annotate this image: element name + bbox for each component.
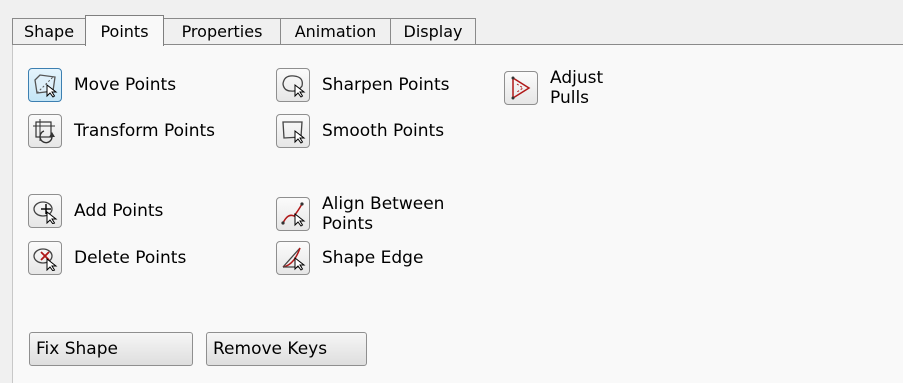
tab-properties-label: Properties — [181, 22, 263, 41]
smooth-points-icon[interactable] — [276, 114, 310, 148]
align-between-points-label: Align Between Points — [322, 194, 472, 234]
transform-points-icon[interactable] — [28, 114, 62, 148]
tab-bar: Shape Points Properties Animation Displa… — [12, 15, 903, 46]
tab-shape[interactable]: Shape — [12, 18, 86, 44]
tab-display[interactable]: Display — [390, 18, 476, 44]
tab-points-label: Points — [100, 21, 149, 41]
shape-edge-icon[interactable] — [276, 241, 310, 275]
add-points-label: Add Points — [74, 201, 164, 221]
tab-animation-label: Animation — [294, 22, 377, 41]
align-between-points-icon[interactable] — [276, 197, 310, 231]
tab-properties[interactable]: Properties — [163, 18, 281, 44]
remove-keys-button[interactable]: Remove Keys — [206, 332, 367, 366]
tab-points[interactable]: Points — [85, 15, 164, 46]
add-points-icon[interactable] — [28, 194, 62, 228]
delete-points-label: Delete Points — [74, 248, 187, 268]
adjust-pulls-label-line1: Adjust — [550, 68, 604, 88]
transform-points-tool[interactable]: Transform Points — [28, 114, 215, 148]
smooth-points-tool[interactable]: Smooth Points — [276, 114, 444, 148]
delete-points-tool[interactable]: Delete Points — [28, 241, 186, 275]
points-panel: Move Points Transform Points Add Points — [12, 45, 903, 383]
adjust-pulls-label-line2: Pulls — [550, 88, 590, 108]
adjust-pulls-label: Adjust Pulls — [550, 68, 603, 108]
tab-shape-label: Shape — [23, 22, 75, 41]
transform-points-label: Transform Points — [74, 121, 216, 141]
shape-edge-label: Shape Edge — [322, 248, 424, 268]
move-points-icon[interactable] — [28, 68, 62, 102]
align-between-points-label-line2: Points — [322, 214, 374, 234]
add-points-tool[interactable]: Add Points — [28, 194, 163, 228]
sharpen-points-tool[interactable]: Sharpen Points — [276, 68, 449, 102]
tab-display-label: Display — [403, 22, 463, 41]
adjust-pulls-tool[interactable]: Adjust Pulls — [504, 68, 603, 108]
sharpen-points-label: Sharpen Points — [322, 75, 450, 95]
fix-shape-button[interactable]: Fix Shape — [29, 332, 193, 366]
adjust-pulls-icon[interactable] — [504, 71, 538, 105]
align-between-points-tool[interactable]: Align Between Points — [276, 194, 472, 234]
shape-edge-tool[interactable]: Shape Edge — [276, 241, 423, 275]
tab-animation[interactable]: Animation — [280, 18, 391, 44]
align-between-points-label-line1: Align Between — [322, 194, 445, 214]
smooth-points-label: Smooth Points — [322, 121, 445, 141]
delete-points-icon[interactable] — [28, 241, 62, 275]
sharpen-points-icon[interactable] — [276, 68, 310, 102]
move-points-tool[interactable]: Move Points — [28, 68, 176, 102]
move-points-label: Move Points — [74, 75, 177, 95]
